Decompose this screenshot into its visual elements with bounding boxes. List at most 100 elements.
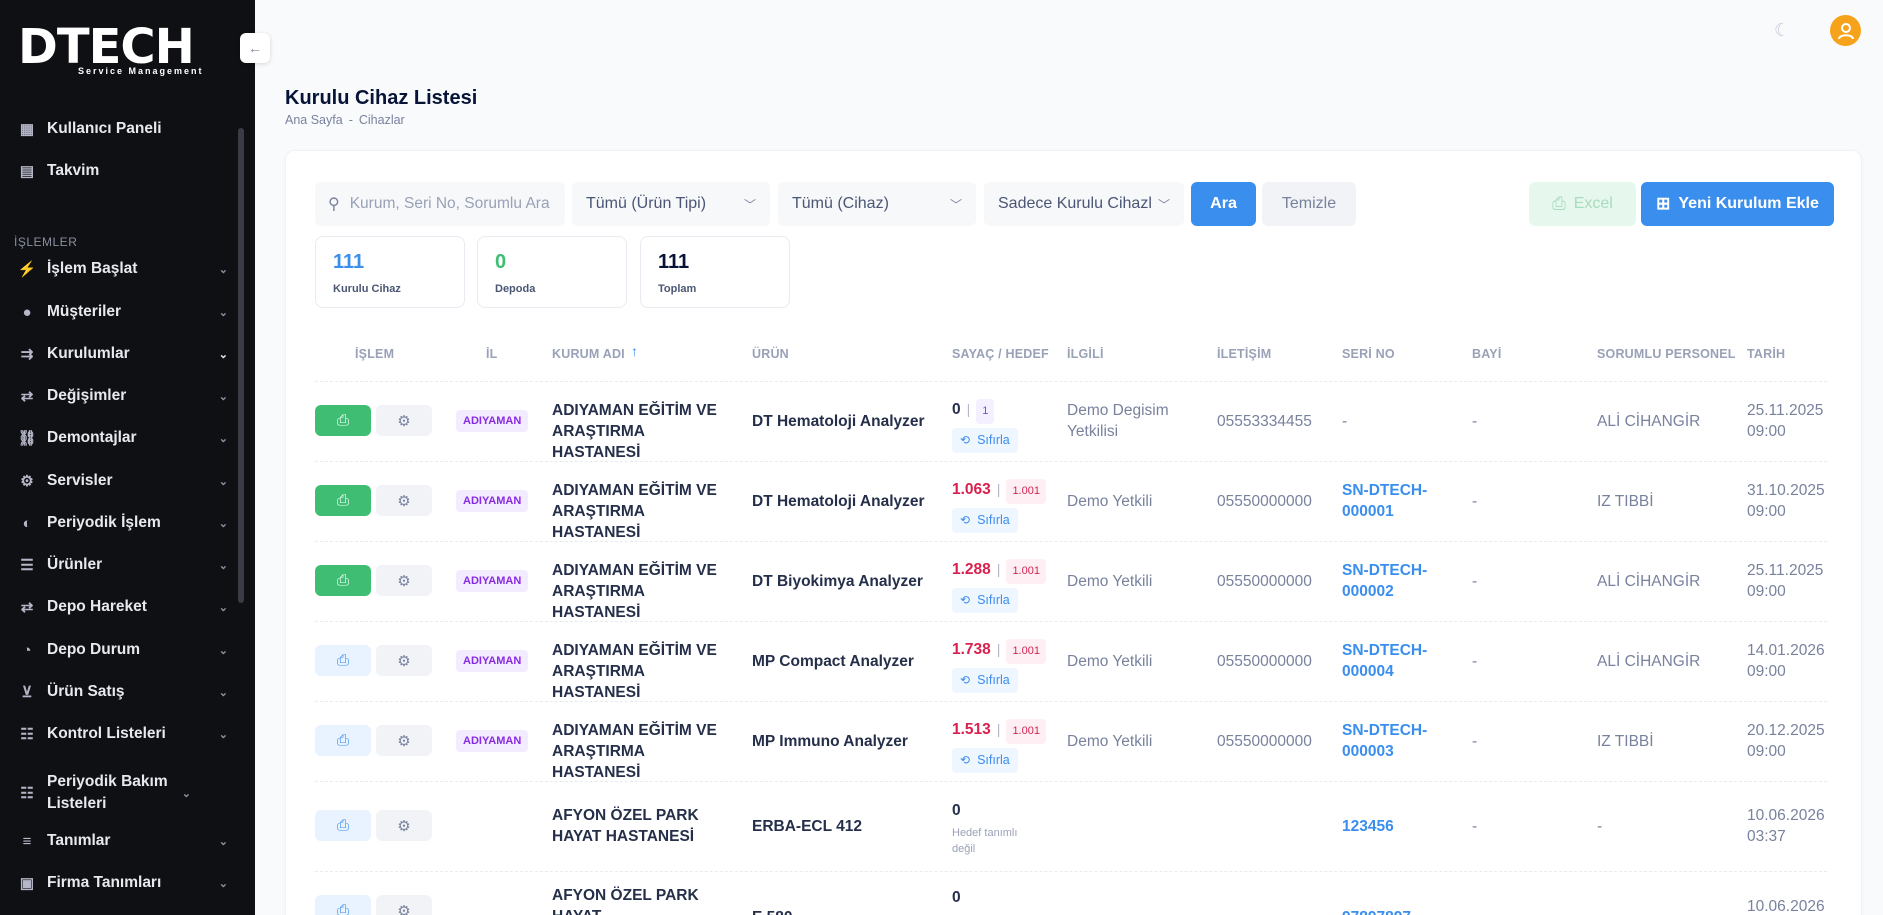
settings-button[interactable]: ⚙	[376, 485, 432, 516]
device-select[interactable]: Tümü (Cihaz) ﹀	[778, 182, 976, 226]
serial-number[interactable]: SN-DTECH-000004	[1342, 640, 1457, 682]
institution-name[interactable]: ADIYAMAN EĞİTİM VE ARAŞTIRMA HASTANESİ	[552, 720, 737, 783]
sidebar-item-label: Servisler	[47, 472, 113, 489]
sidebar: DTECH Service Management İŞLEMLER ▦ Kulla…	[0, 0, 255, 915]
sidebar-item-ürün-satış[interactable]: ⊻ Ürün Satış ⌄	[18, 681, 229, 703]
sidebar-item-kontrol-listeleri[interactable]: ☷ Kontrol Listeleri ⌄	[18, 723, 228, 745]
reset-counter-button[interactable]: ⟲ Sıfırla	[952, 748, 1018, 773]
print-icon: ⎙	[336, 902, 349, 915]
new-install-button[interactable]: ⊞ Yeni Kurulum Ekle	[1641, 182, 1834, 226]
serial-number[interactable]: 97897897	[1342, 907, 1457, 915]
app-logo[interactable]: DTECH Service Management	[18, 22, 218, 82]
sidebar-item-firma-tanımları[interactable]: ▣ Firma Tanımları ⌄	[18, 872, 228, 894]
settings-button[interactable]: ⚙	[376, 565, 432, 596]
serial-number[interactable]: SN-DTECH-000002	[1342, 560, 1457, 602]
sidebar-item-periyodik-i-şlem[interactable]: ◐ Periyodik İşlem ⌄	[18, 512, 228, 534]
breadcrumb-home[interactable]: Ana Sayfa	[285, 113, 343, 127]
institution-name[interactable]: ADIYAMAN EĞİTİM VE ARAŞTIRMA HASTANESİ	[552, 560, 737, 623]
institution-name[interactable]: AFYON ÖZEL PARK HAYAT	[552, 885, 737, 915]
counter-line: 1.738 | 1.001	[952, 639, 1046, 664]
chevron-down-icon: ⌄	[218, 728, 228, 741]
institution-name[interactable]: ADIYAMAN EĞİTİM VE ARAŞTIRMA HASTANESİ	[552, 640, 737, 703]
counter-value: 1.063	[952, 481, 991, 498]
sidebar-item-değişimler[interactable]: ⇄ Değişimler ⌄	[18, 385, 228, 407]
print-button[interactable]: ⎙	[315, 810, 371, 841]
column-header[interactable]: İL	[486, 347, 498, 361]
print-button[interactable]: ⎙	[315, 725, 371, 756]
settings-button[interactable]: ⚙	[376, 645, 432, 676]
sidebar-item-depo-hareket[interactable]: ⇄ Depo Hareket ⌄	[18, 596, 228, 618]
settings-button[interactable]: ⚙	[376, 725, 432, 756]
column-header[interactable]: İLGİLİ	[1067, 347, 1104, 361]
print-button[interactable]: ⎙	[315, 485, 371, 516]
print-icon: ⎙	[336, 412, 349, 429]
chevron-down-icon: ﹀	[949, 197, 962, 212]
institution-name[interactable]: ADIYAMAN EĞİTİM VE ARAŞTIRMA HASTANESİ	[552, 400, 737, 463]
column-header[interactable]: KURUM ADI	[552, 347, 625, 361]
clear-button[interactable]: Temizle	[1262, 182, 1356, 226]
column-header[interactable]: BAYİ	[1472, 347, 1502, 361]
column-header[interactable]: ÜRÜN	[752, 347, 789, 361]
list-icon: ≡	[22, 832, 32, 850]
sidebar-item-ürünler[interactable]: ☰ Ürünler ⌄	[18, 554, 228, 576]
search-button[interactable]: Ara	[1191, 182, 1256, 226]
file-excel-icon: ⎙	[1552, 194, 1566, 213]
sort-up-icon[interactable]: ↑	[631, 343, 638, 359]
sidebar-item-periyodik-bakım-listeleri[interactable]: ☷ Periyodik Bakım Listeleri ⌄	[18, 771, 228, 815]
user-avatar[interactable]	[1830, 15, 1861, 46]
column-header[interactable]: SORUMLU PERSONEL	[1597, 347, 1736, 361]
sidebar-scrollbar[interactable]	[238, 128, 244, 603]
product-type-select[interactable]: Tümü (Ürün Tipi) ﹀	[572, 182, 770, 226]
column-header[interactable]: SERİ NO	[1342, 347, 1395, 361]
print-button[interactable]: ⎙	[315, 895, 371, 915]
company-icon: ▣	[19, 875, 35, 892]
responsible-staff: ALİ CİHANGİR	[1597, 653, 1701, 670]
counter-separator: |	[966, 401, 971, 417]
counter-line: 0	[952, 800, 1032, 821]
chevron-down-icon: ⌄	[218, 644, 228, 657]
reset-counter-button[interactable]: ⟲ Sıfırla	[952, 668, 1018, 693]
sidebar-item-i-şlem-başlat[interactable]: ⚡ İşlem Başlat ⌄	[18, 258, 228, 280]
column-header[interactable]: SAYAÇ / HEDEF	[952, 347, 1049, 361]
print-button[interactable]: ⎙	[315, 645, 371, 676]
serial-number[interactable]: 123456	[1342, 816, 1457, 837]
sidebar-collapse-button[interactable]: ←	[240, 33, 270, 63]
stat-card: 0 Depoda	[477, 236, 627, 308]
sidebar-item-servisler[interactable]: ⚙ Servisler ⌄	[18, 470, 228, 492]
institution-name[interactable]: ADIYAMAN EĞİTİM VE ARAŞTIRMA HASTANESİ	[552, 480, 737, 543]
users-icon: ●	[22, 303, 32, 321]
theme-toggle-icon[interactable]: ☾	[1774, 20, 1790, 41]
settings-button[interactable]: ⚙	[376, 895, 432, 915]
reset-counter-button[interactable]: ⟲ Sıfırla	[952, 588, 1018, 613]
sidebar-item-takvim[interactable]: ▤ Takvim	[18, 160, 228, 182]
table-row[interactable]	[315, 871, 1827, 915]
responsible-staff: ALİ CİHANGİR	[1597, 413, 1701, 430]
print-button[interactable]: ⎙	[315, 565, 371, 596]
sidebar-item-kullanıcı-paneli[interactable]: ▦ Kullanıcı Paneli	[18, 118, 228, 140]
settings-button[interactable]: ⚙	[376, 405, 432, 436]
serial-number[interactable]: SN-DTECH-000001	[1342, 480, 1457, 522]
sidebar-item-demontajlar[interactable]: ⛓ Demontajlar ⌄	[17, 427, 228, 449]
date: 25.11.2025 09:00	[1747, 562, 1824, 600]
institution-name[interactable]: AFYON ÖZEL PARK HAYAT HASTANESİ	[552, 805, 737, 847]
print-button[interactable]: ⎙	[315, 405, 371, 436]
target-badge: 1.001	[1006, 719, 1046, 744]
serial-number[interactable]: SN-DTECH-000003	[1342, 720, 1457, 762]
status-select[interactable]: Sadece Kurulu Cihazl ﹀	[984, 182, 1184, 226]
settings-button[interactable]: ⚙	[376, 810, 432, 841]
dealer: -	[1472, 413, 1478, 430]
phone-number: 05550000000	[1217, 493, 1312, 510]
counter-separator: |	[996, 561, 1001, 577]
excel-button[interactable]: ⎙ Excel	[1529, 182, 1636, 226]
search-input[interactable]: ⚲ Kurum, Seri No, Sorumlu Ara	[315, 182, 565, 226]
reset-counter-button[interactable]: ⟲ Sıfırla	[952, 508, 1018, 533]
reset-counter-button[interactable]: ⟲ Sıfırla	[952, 428, 1018, 453]
sidebar-item-kurulumlar[interactable]: ⇉ Kurulumlar ⌄	[18, 343, 228, 365]
sidebar-item-müşteriler[interactable]: ● Müşteriler ⌄	[18, 301, 228, 323]
column-header[interactable]: İŞLEM	[355, 347, 394, 361]
column-header[interactable]: TARİH	[1747, 347, 1785, 361]
sidebar-item-depo-durum[interactable]: ◔ Depo Durum ⌄	[18, 639, 228, 661]
column-header[interactable]: İLETİŞİM	[1217, 347, 1271, 361]
sidebar-item-tanımlar[interactable]: ≡ Tanımlar ⌄	[18, 830, 228, 852]
chevron-down-icon: ⌄	[218, 432, 228, 445]
